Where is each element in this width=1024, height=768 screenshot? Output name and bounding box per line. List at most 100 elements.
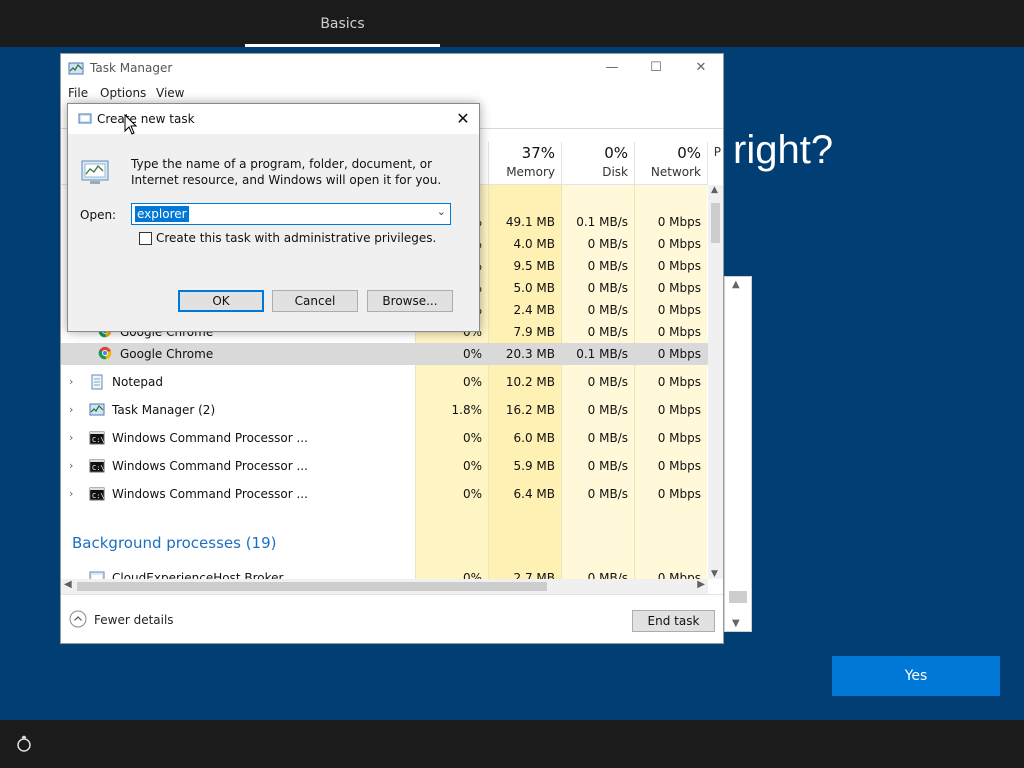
ok-button[interactable]: OK — [178, 290, 264, 312]
end-task-button[interactable]: End task — [632, 610, 715, 632]
close-icon[interactable]: ✕ — [678, 54, 723, 84]
cell-net: 0 Mbps — [657, 459, 701, 473]
oobe-list[interactable]: ▲ ▼ — [724, 276, 752, 632]
table-row[interactable]: › C:\ Windows Command Processor ... 0% 5.9 M… — [61, 452, 708, 480]
process-name: Notepad — [112, 375, 163, 389]
oobe-list-scroll-thumb[interactable] — [729, 591, 747, 603]
cell-mem: 2.7 MB — [513, 571, 555, 579]
cell-mem: 9.5 MB — [513, 259, 555, 273]
cell-disk: 0 MB/s — [587, 375, 628, 389]
vertical-scrollbar[interactable]: ▲ ▼ — [708, 185, 723, 579]
cell-net: 0 Mbps — [657, 237, 701, 251]
cell-net: 0 Mbps — [657, 303, 701, 317]
horizontal-scroll-thumb[interactable] — [77, 582, 547, 591]
cell-disk: 0 MB/s — [587, 281, 628, 295]
process-name: CloudExperienceHost Broker — [112, 571, 284, 579]
cell-cpu: 0% — [462, 487, 482, 501]
cell-net: 0 Mbps — [657, 215, 701, 229]
cell-disk: 0 MB/s — [587, 487, 628, 501]
cell-net: 0 Mbps — [657, 259, 701, 273]
cell-net — [634, 185, 707, 207]
oobe-bottom-bar — [0, 720, 1024, 768]
mouse-cursor-icon — [124, 114, 138, 135]
menu-bar: File Options View — [61, 84, 723, 104]
maximize-icon[interactable]: ☐ — [633, 54, 679, 84]
cell-mem: 5.9 MB — [513, 459, 555, 473]
chevron-right-icon[interactable]: › — [69, 424, 73, 452]
cell-net: 0 Mbps — [657, 347, 701, 361]
cancel-button[interactable]: Cancel — [272, 290, 358, 312]
table-row[interactable]: › Task Manager (2) 1.8% 16.2 MB 0 MB/s 0 Mbps — [61, 396, 708, 424]
column-header-memory[interactable]: 37% Memory — [488, 142, 561, 184]
close-icon[interactable]: ✕ — [449, 107, 477, 131]
chevron-right-icon[interactable]: › — [69, 452, 73, 480]
oobe-heading: right? — [733, 128, 834, 172]
cell-mem: 6.0 MB — [513, 431, 555, 445]
dialog-title: Create new task — [97, 112, 195, 126]
run-program-icon — [81, 160, 109, 184]
cmd-icon: C:\ — [89, 430, 105, 446]
chevron-up-icon[interactable] — [69, 610, 87, 628]
browse-button[interactable]: Browse... — [367, 290, 453, 312]
open-combobox[interactable]: explorer ⌄ — [131, 203, 451, 225]
cell-mem: 2.4 MB — [513, 303, 555, 317]
scroll-right-arrow-icon[interactable]: ▶ — [697, 579, 705, 590]
minimize-icon[interactable]: — — [589, 54, 635, 84]
column-header-disk[interactable]: 0% Disk — [561, 142, 634, 184]
scroll-up-arrow-icon[interactable]: ▲ — [732, 279, 740, 290]
menu-options[interactable]: Options — [100, 86, 146, 100]
cell-cpu: 0% — [462, 459, 482, 473]
chevron-right-icon[interactable]: › — [69, 480, 73, 508]
process-name: Task Manager (2) — [112, 403, 216, 417]
admin-privileges-label[interactable]: Create this task with administrative pri… — [156, 231, 436, 245]
scroll-left-arrow-icon[interactable]: ◀ — [64, 579, 72, 590]
table-row[interactable]: › C:\ Windows Command Processor ... 0% 6.4 M… — [61, 480, 708, 508]
column-header-network[interactable]: 0% Network — [634, 142, 707, 184]
yes-button[interactable]: Yes — [832, 656, 1000, 696]
app-window-icon — [89, 570, 105, 579]
table-row[interactable]: › Notepad 0% 10.2 MB 0 MB/s 0 Mbps — [61, 368, 708, 396]
chevron-right-icon[interactable]: › — [69, 396, 73, 424]
cell-mem: 7.9 MB — [513, 325, 555, 339]
scroll-down-arrow-icon[interactable]: ▼ — [732, 618, 740, 629]
dialog-body: Type the name of a program, folder, docu… — [68, 134, 479, 273]
cell-net: 0 Mbps — [657, 431, 701, 445]
scroll-up-arrow-icon[interactable]: ▲ — [711, 185, 718, 195]
cell-mem: 16.2 MB — [505, 403, 555, 417]
table-row[interactable]: CloudExperienceHost Broker 0% 2.7 MB 0 MB/s… — [61, 567, 708, 579]
cell-mem: 4.0 MB — [513, 237, 555, 251]
table-row[interactable]: Google Chrome 0% 20.3 MB 0.1 MB/s 0 Mbps — [61, 343, 708, 365]
horizontal-scrollbar[interactable]: ◀ ▶ — [61, 579, 708, 594]
cell-mem — [488, 185, 561, 207]
cell-disk: 0.1 MB/s — [576, 215, 628, 229]
cell-mem: 6.4 MB — [513, 487, 555, 501]
oobe-tab-basics[interactable]: Basics — [245, 0, 440, 47]
scroll-down-arrow-icon[interactable]: ▼ — [711, 569, 718, 579]
chevron-right-icon[interactable]: › — [69, 368, 73, 396]
cell-disk — [561, 185, 634, 207]
cell-cpu: 0% — [462, 431, 482, 445]
svg-text:C:\: C:\ — [92, 436, 105, 444]
chevron-down-icon[interactable]: ⌄ — [437, 205, 446, 218]
admin-privileges-checkbox[interactable] — [139, 232, 152, 245]
task-manager-titlebar[interactable]: Task Manager — ☐ ✕ — [61, 54, 723, 84]
cell-disk: 0 MB/s — [587, 237, 628, 251]
open-input-value[interactable]: explorer — [135, 206, 189, 222]
cell-mem: 20.3 MB — [505, 347, 555, 361]
table-row[interactable]: › C:\ Windows Command Processor ... 0% 6.0 M… — [61, 424, 708, 452]
accessibility-icon[interactable] — [14, 735, 34, 755]
column-header-power[interactable]: P — [707, 142, 723, 184]
vertical-scroll-thumb[interactable] — [711, 203, 720, 243]
process-name: Windows Command Processor ... — [112, 431, 308, 445]
section-background-processes[interactable]: Background processes (19) — [72, 534, 277, 552]
fewer-details-link[interactable]: Fewer details — [94, 613, 174, 627]
menu-view[interactable]: View — [156, 86, 184, 100]
task-manager-footer: Fewer details End task — [61, 594, 723, 643]
create-new-task-dialog: Create new task ✕ Type the name of a pro… — [67, 103, 480, 332]
run-icon — [78, 113, 92, 124]
svg-text:C:\: C:\ — [92, 464, 105, 472]
menu-file[interactable]: File — [68, 86, 88, 100]
cell-disk: 0 MB/s — [587, 325, 628, 339]
cmd-icon: C:\ — [89, 486, 105, 502]
chrome-icon — [98, 346, 114, 362]
